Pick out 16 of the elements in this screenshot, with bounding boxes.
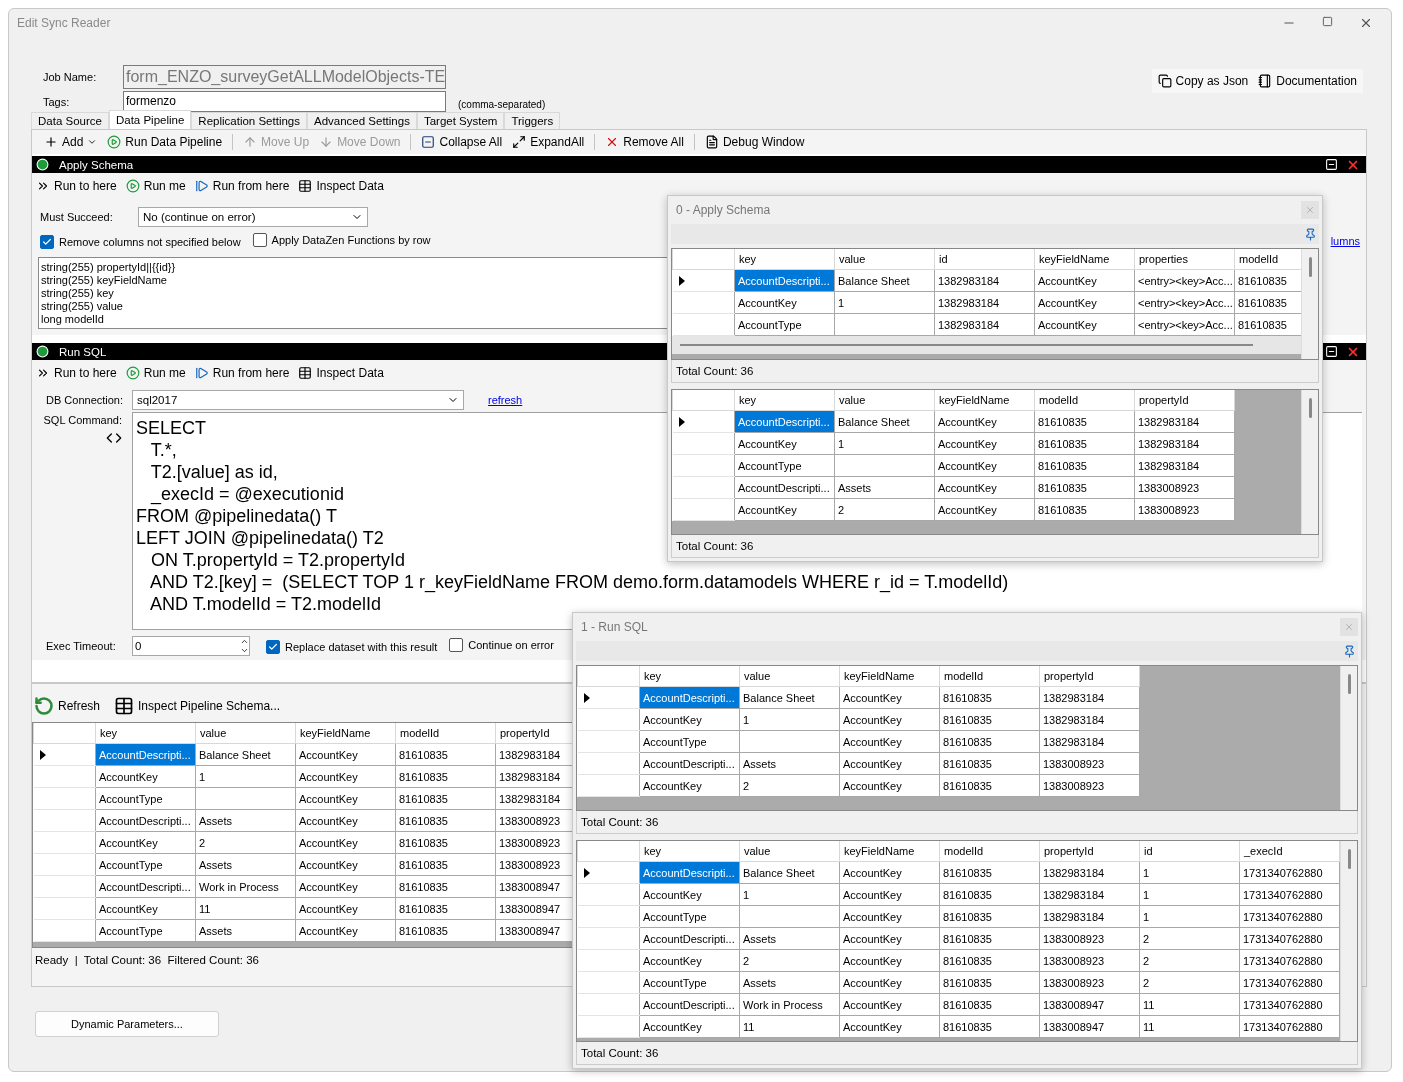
field-label: Exec Timeout: [46, 640, 117, 652]
status-text: Ready | Total Count: 36 Filtered Count: 36 [34, 953, 260, 968]
step-title: Run SQL [59, 345, 107, 358]
field-label: DB Connection: [46, 394, 122, 406]
field-label: Must Succeed: [40, 211, 114, 223]
window-title: Edit Sync Reader [17, 16, 111, 30]
total-count-text: Total Count: 36 [676, 365, 754, 377]
total-count-text: Total Count: 36 [581, 1047, 659, 1059]
total-count-text: Total Count: 36 [676, 540, 754, 552]
field-label: Tags: [43, 95, 71, 108]
popup-title: 1 - Run SQL [581, 620, 648, 634]
field-label: Job Name: [43, 71, 98, 83]
field-label: SQL Command: [43, 414, 122, 426]
step-title: Apply Schema [59, 158, 134, 171]
tags-hint: (comma-separated) [458, 98, 546, 110]
popup-title: 0 - Apply Schema [676, 203, 771, 217]
